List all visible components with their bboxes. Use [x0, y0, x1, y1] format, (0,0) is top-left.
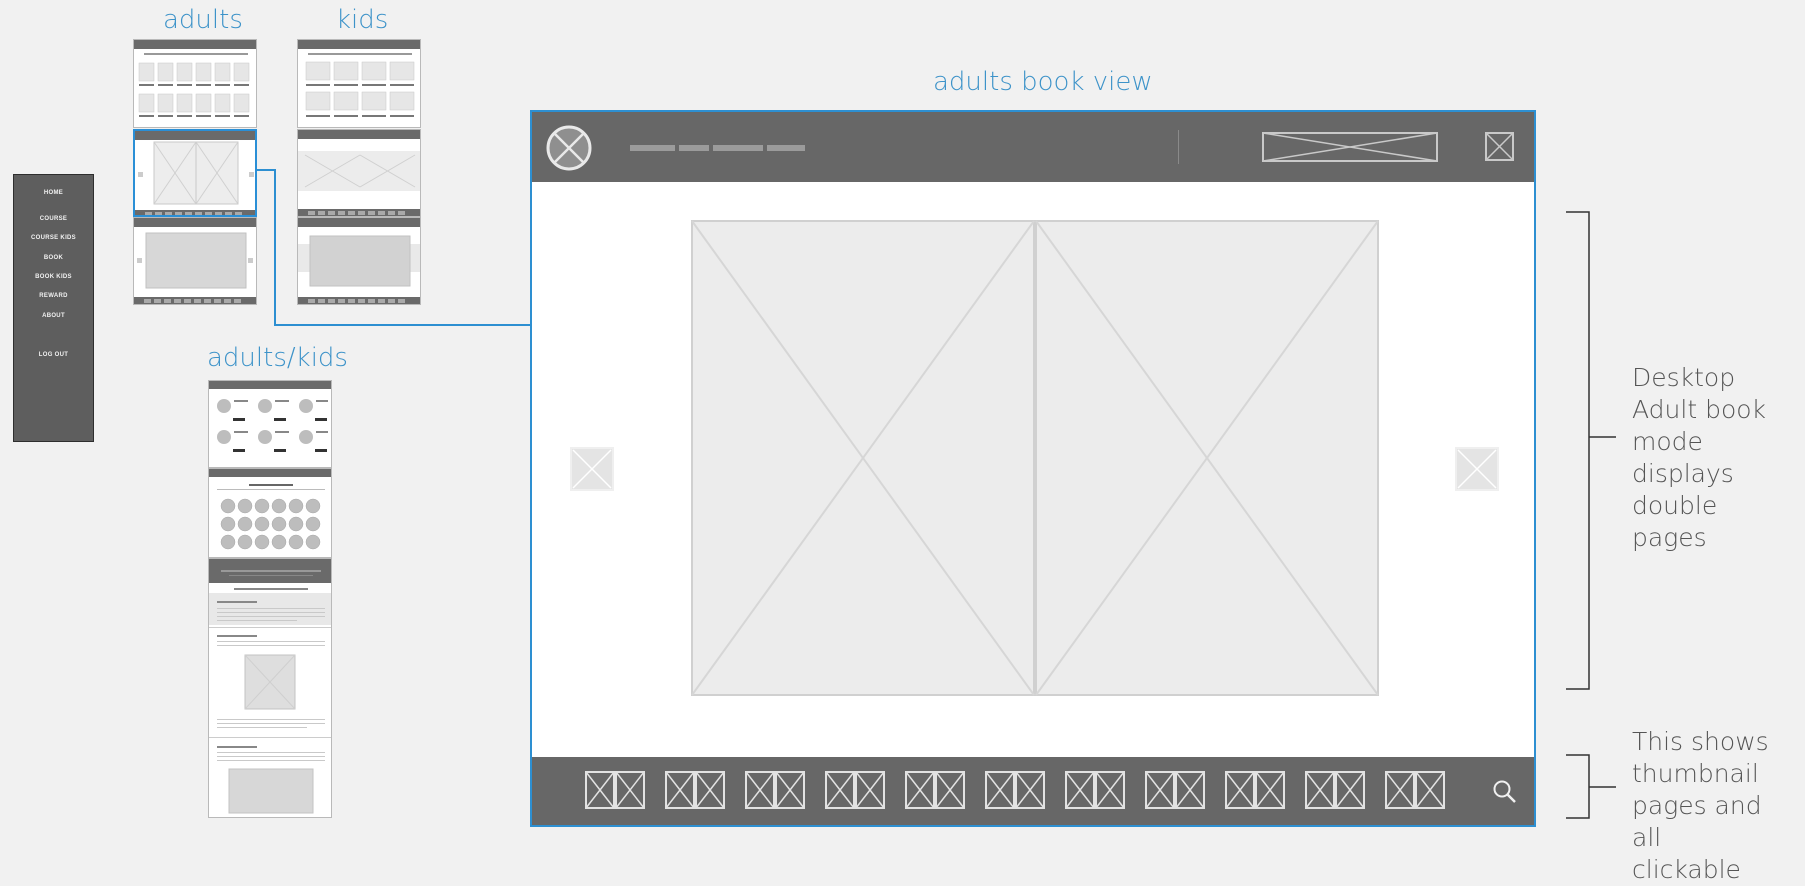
thumbnail-strip	[585, 771, 1445, 809]
thumbnail-page-pair[interactable]	[665, 771, 725, 809]
double-page-spread	[691, 220, 1379, 696]
thumbnail-page-pair[interactable]	[1225, 771, 1285, 809]
nav-placeholder-4[interactable]	[767, 145, 805, 151]
thumbnail-page-pair[interactable]	[1065, 771, 1125, 809]
nav-placeholder-2[interactable]	[679, 145, 709, 151]
header-divider	[1178, 130, 1179, 164]
adults-book-view-mockup	[530, 110, 1536, 827]
banner-placeholder	[1262, 132, 1438, 162]
circle-x-logo-icon[interactable]	[546, 125, 592, 171]
thumbnail-page-pair[interactable]	[745, 771, 805, 809]
thumbnail-page-pair[interactable]	[985, 771, 1045, 809]
close-box-icon[interactable]	[1485, 132, 1514, 161]
next-page-icon[interactable]	[1455, 447, 1499, 491]
search-icon[interactable]	[1492, 779, 1518, 805]
nav-placeholder-3[interactable]	[713, 145, 763, 151]
thumbnail-note: This shows thumbnail pages and all click…	[1632, 727, 1769, 884]
desktop-note: Desktop Adult book mode displays double …	[1632, 363, 1767, 552]
thumbnail-page-pair[interactable]	[1385, 771, 1445, 809]
thumbnail-strip-footer	[532, 757, 1534, 825]
thumbnail-page-pair[interactable]	[1145, 771, 1205, 809]
prev-page-icon[interactable]	[570, 447, 614, 491]
book-view-header	[532, 112, 1534, 182]
thumbnail-page-pair[interactable]	[905, 771, 965, 809]
nav-placeholder-1[interactable]	[630, 145, 675, 151]
thumbnail-page-pair[interactable]	[1305, 771, 1365, 809]
thumbnail-page-pair[interactable]	[825, 771, 885, 809]
thumbnail-page-pair[interactable]	[585, 771, 645, 809]
